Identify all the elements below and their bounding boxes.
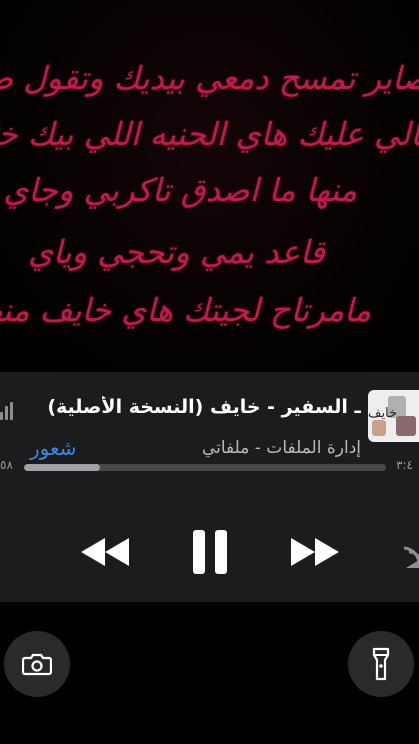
airplay-icon bbox=[403, 546, 419, 568]
camera-button[interactable] bbox=[4, 631, 70, 697]
camera-icon bbox=[22, 653, 52, 676]
fast-forward-button[interactable] bbox=[288, 534, 342, 574]
equalizer-icon bbox=[0, 402, 18, 420]
rewind-button[interactable] bbox=[78, 534, 132, 574]
elapsed-time: ٥٨ bbox=[0, 458, 13, 472]
track-title: ـ السفير - خايف (النسخة الأصلية) bbox=[47, 396, 361, 418]
fast-forward-icon bbox=[291, 538, 339, 566]
lyrics-wallpaper: صاير تمسح دمعي بيديك وتقول ضل بالي عليك … bbox=[0, 0, 419, 372]
flashlight-button[interactable] bbox=[348, 631, 414, 697]
source-app-label[interactable]: شعور bbox=[30, 436, 76, 460]
progress-fill bbox=[24, 464, 101, 471]
airplay-button[interactable] bbox=[398, 534, 419, 574]
lyric-line-4: قاعد يمي وتحجي وياي bbox=[27, 233, 325, 271]
progress-bar[interactable] bbox=[24, 464, 386, 471]
lyric-line-5: مامرتاح لجيتك هاي خايف منها bbox=[0, 291, 371, 329]
pause-button[interactable] bbox=[191, 528, 229, 580]
rewind-icon bbox=[81, 538, 129, 566]
flashlight-icon bbox=[372, 647, 390, 681]
lyric-line-3: منها ما اصدق تاكربي وجاي ! bbox=[0, 171, 357, 209]
remaining-time: ٣:٤ bbox=[396, 458, 413, 472]
album-art[interactable]: خايف bbox=[368, 390, 419, 442]
pause-icon bbox=[193, 530, 227, 574]
lyric-line-2: بالي عليك هاي الحنيه اللي بيك خايف bbox=[0, 115, 419, 153]
album-art-text: خايف bbox=[368, 406, 398, 421]
lyric-line-1: صاير تمسح دمعي بيديك وتقول ضل bbox=[0, 59, 419, 97]
now-playing-widget[interactable]: خايف ـ السفير - خايف (النسخة الأصلية) إد… bbox=[0, 372, 419, 602]
track-subtitle: إدارة الملفات - ملفاتي bbox=[201, 438, 361, 458]
